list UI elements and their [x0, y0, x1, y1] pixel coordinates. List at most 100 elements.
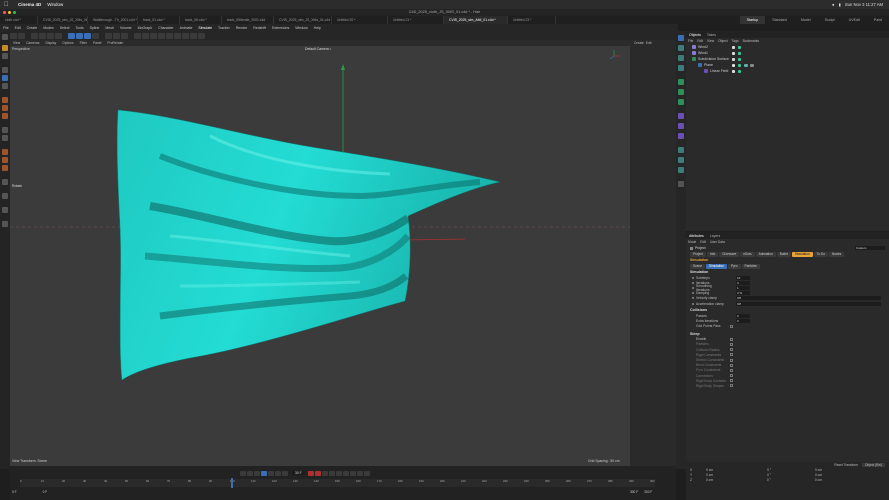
render-picture-icon[interactable] — [113, 32, 120, 39]
sleep-checkbox[interactable] — [730, 348, 733, 352]
spline-pen-icon[interactable] — [142, 32, 149, 39]
keyframe-dot[interactable] — [692, 286, 694, 289]
subtab-pyro[interactable]: Pyro — [727, 264, 741, 269]
camera-icon[interactable] — [678, 157, 684, 163]
obj-menu-view[interactable]: View — [705, 39, 716, 43]
vp-menu-prorender[interactable]: ProRender — [104, 41, 126, 45]
sleep-checkbox[interactable] — [730, 379, 733, 383]
zoom-window-icon[interactable] — [13, 11, 16, 14]
tab-objects[interactable]: Objects — [686, 33, 704, 37]
iterations-field[interactable]: 3 — [736, 280, 750, 285]
key-scale-icon[interactable] — [342, 470, 349, 476]
rotate-tool-icon[interactable] — [55, 32, 62, 39]
menu-animate[interactable]: Animate — [177, 26, 196, 30]
sleep-checkbox[interactable] — [730, 342, 733, 346]
grid-points-checkbox[interactable] — [730, 324, 733, 328]
start-frame-field[interactable]: 0 F — [12, 490, 17, 494]
enable-check-icon[interactable] — [738, 45, 741, 49]
attr-tab-ndots[interactable]: nDots — [740, 252, 755, 257]
menu-modes[interactable]: Modes — [40, 26, 57, 30]
prev-key-icon[interactable] — [247, 470, 253, 476]
floor-icon[interactable] — [678, 147, 684, 153]
sleep-checkbox[interactable] — [730, 353, 733, 357]
preview-end-field[interactable]: 300 F — [630, 490, 638, 494]
light-icon[interactable] — [678, 167, 684, 173]
key-pla-icon[interactable] — [356, 470, 363, 476]
key-rotation-icon[interactable] — [335, 470, 342, 476]
vp-menu-filter[interactable]: Filter — [77, 41, 90, 45]
subdivision-icon[interactable] — [150, 32, 157, 39]
attr-tab-cinewave[interactable]: Cinewave — [719, 252, 740, 257]
menu-simulate[interactable]: Simulate — [195, 26, 215, 30]
attr-menu-edit[interactable]: Edit — [698, 240, 708, 244]
deformer-icon[interactable] — [678, 113, 684, 119]
close-window-icon[interactable] — [3, 11, 6, 14]
preview-start-field[interactable]: 0 F — [43, 490, 48, 494]
vp-menu-cameras[interactable]: Cameras — [23, 41, 42, 45]
z-axis-icon[interactable] — [84, 32, 91, 39]
attr-tab-nodes[interactable]: Nodes — [828, 252, 845, 257]
field-icon[interactable] — [678, 123, 684, 129]
scale-icon[interactable] — [2, 83, 8, 89]
doc-tab[interactable]: Walkthrough...Th_2001.c4d * — [88, 16, 138, 24]
apple-icon[interactable]:  — [4, 2, 10, 8]
keyframe-dot[interactable] — [692, 297, 694, 300]
key-param-icon[interactable] — [349, 470, 356, 476]
side-menu-create[interactable]: Create — [634, 41, 644, 45]
layout-tab-uvedit[interactable]: UVEdit — [842, 16, 867, 24]
layer-icon[interactable] — [2, 221, 8, 227]
menu-redshift[interactable]: Redshift — [250, 26, 269, 30]
axis-mode-icon[interactable] — [2, 127, 8, 133]
enable-check-icon[interactable] — [738, 63, 741, 67]
obj-menu-bookmarks[interactable]: Bookmarks — [741, 39, 762, 43]
deformer-icon[interactable] — [166, 32, 173, 39]
cube-icon[interactable] — [678, 35, 684, 41]
vp-menu-options[interactable]: Options — [59, 41, 76, 45]
minimize-window-icon[interactable] — [8, 11, 11, 14]
play-icon[interactable] — [261, 470, 267, 476]
rotation-b-field[interactable]: 0 ° — [767, 478, 771, 482]
reset-transform-button[interactable]: Reset Transform — [834, 463, 858, 467]
layout-tab-startup[interactable]: Startup — [739, 16, 766, 24]
light-icon[interactable] — [198, 32, 205, 39]
vp-menu-panel[interactable]: Panel — [90, 41, 104, 45]
obj-menu-tags[interactable]: Tags — [730, 39, 741, 43]
polygons-mode-icon[interactable] — [2, 113, 8, 119]
enable-check-icon[interactable] — [738, 69, 741, 73]
key-position-icon[interactable] — [328, 470, 335, 476]
vp-menu-display[interactable]: Display — [42, 41, 59, 45]
menu-character[interactable]: Character — [155, 26, 176, 30]
edges-mode-icon[interactable] — [2, 105, 8, 111]
sphere-icon[interactable] — [678, 45, 684, 51]
material-tag-icon[interactable] — [750, 63, 754, 67]
record-icon[interactable] — [307, 470, 314, 476]
preset-dropdown[interactable]: Custom — [855, 246, 885, 250]
menu-select[interactable]: Select — [57, 26, 73, 30]
keyframe-dot[interactable] — [692, 302, 694, 305]
timeline-ruler[interactable]: 0102030405060708090100110120130140150160… — [20, 479, 655, 487]
sleep-checkbox[interactable] — [730, 374, 733, 378]
obj-menu-edit[interactable]: Edit — [695, 39, 705, 43]
sleep-checkbox[interactable] — [730, 358, 733, 362]
y-axis-icon[interactable] — [76, 32, 83, 39]
visibility-toggle[interactable] — [732, 57, 735, 61]
obj-menu-object[interactable]: Object — [716, 39, 730, 43]
coord-mode-dropdown[interactable]: Object (Rel) — [861, 462, 885, 467]
model-mode-icon[interactable] — [2, 45, 8, 51]
cube-icon[interactable] — [134, 32, 141, 39]
menu-window[interactable]: Window — [47, 2, 63, 7]
menu-tracker[interactable]: Tracker — [215, 26, 233, 30]
enable-check-icon[interactable] — [738, 51, 741, 55]
menu-spline[interactable]: Spline — [87, 26, 103, 30]
attr-tab-animation[interactable]: Animation — [755, 252, 776, 257]
menu-create[interactable]: Create — [24, 26, 41, 30]
menu-mesh[interactable]: Mesh — [102, 26, 117, 30]
doc-tab[interactable]: CVIS_2025_sim_JS_XMs_01.c4d — [38, 16, 88, 24]
menu-help[interactable]: Help — [311, 26, 324, 30]
damping-field[interactable]: 3 % — [736, 291, 750, 296]
lock-workplane-icon[interactable] — [2, 165, 8, 171]
attr-menu-mode[interactable]: Mode — [686, 240, 698, 244]
timeline-settings-icon[interactable] — [363, 470, 370, 476]
doc-tab-active[interactable]: CVIS_2025_sim_AMI_01.c4d * — [444, 16, 508, 24]
menu-tools[interactable]: Tools — [72, 26, 86, 30]
